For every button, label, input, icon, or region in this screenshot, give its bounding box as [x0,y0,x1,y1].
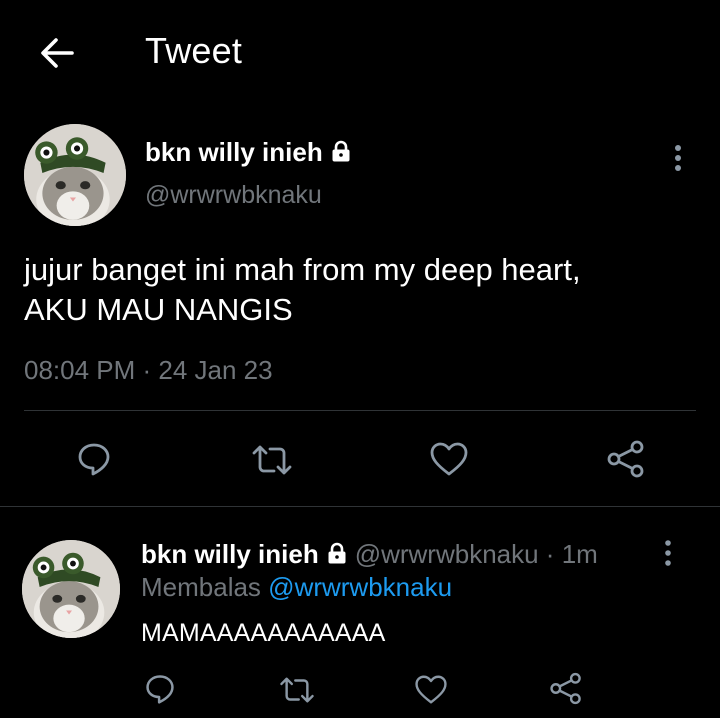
more-vertical-icon [665,540,671,566]
share-button[interactable] [606,440,646,478]
cat-with-frog-hat-avatar [22,540,120,638]
replying-to-link[interactable]: @wrwrwbknaku [268,572,452,602]
reply-reply-button[interactable] [144,673,176,705]
heart-icon [430,442,468,476]
replying-prefix: Membalas [141,572,261,602]
reply-avatar[interactable] [22,540,120,638]
like-button[interactable] [429,441,469,477]
reply-meta: @wrwrwbknaku · 1m [354,539,598,569]
author-handle[interactable]: @wrwrwbknaku [145,181,322,210]
author-name[interactable]: bkn willy inieh [145,137,353,168]
share-icon [607,440,644,478]
back-button[interactable] [38,34,76,72]
reply-author-name[interactable]: bkn willy inieh [141,539,319,569]
lock-icon [332,140,350,162]
cat-with-frog-hat-avatar [24,124,126,226]
divider [24,410,696,411]
top-bar: Tweet [0,0,720,104]
arrow-left-icon [41,38,74,68]
reply-text: MAMAAAAAAAAAAA [141,619,386,647]
reply-like-button[interactable] [414,674,448,705]
retweet-button[interactable] [250,443,294,477]
tweet-text-line: jujur banget ini mah from my deep heart, [24,252,581,287]
reply-header: bkn willy inieh @wrwrwbknaku · 1m [141,539,598,570]
tweet-timestamp[interactable]: 08:04 PM · 24 Jan 23 [24,355,273,386]
author-name-text: bkn willy inieh [145,137,323,167]
reply-icon [78,443,110,476]
heart-icon [415,675,447,704]
reply-more-options-button[interactable] [658,538,678,568]
replying-to: Membalas @wrwrwbknaku [141,572,452,603]
retweet-icon [280,677,314,703]
retweet-icon [252,445,292,475]
tweet-text: jujur banget ini mah from my deep heart,… [24,250,694,330]
tweet-text-line: AKU MAU NANGIS [24,292,293,327]
page-title: Tweet [145,30,243,71]
reply-retweet-button[interactable] [278,675,316,705]
reply-icon [146,675,174,704]
avatar[interactable] [24,124,126,226]
lock-icon [328,542,346,564]
reply-button[interactable] [76,441,112,477]
reply-share-button[interactable] [549,672,583,705]
divider [0,506,720,507]
share-icon [550,672,581,705]
more-options-button[interactable] [666,143,690,173]
more-vertical-icon [675,145,681,171]
